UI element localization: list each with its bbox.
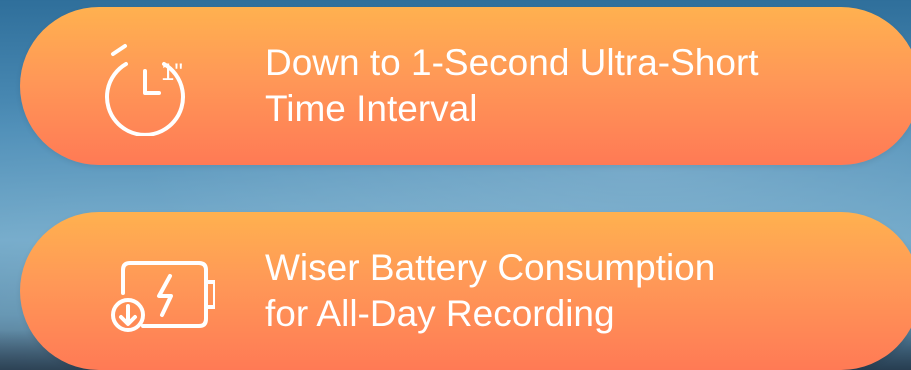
feature-line-1: Down to 1-Second Ultra-Short (265, 42, 759, 83)
timer-icon: 1" (95, 36, 215, 137)
feature-card-battery: Wiser Battery Consumption for All-Day Re… (20, 212, 911, 370)
battery-charge-icon (95, 241, 217, 341)
feature-line-2: for All-Day Recording (265, 293, 615, 334)
feature-line-2: Time Interval (265, 88, 478, 129)
feature-text-battery: Wiser Battery Consumption for All-Day Re… (265, 245, 715, 337)
feature-line-1: Wiser Battery Consumption (265, 247, 716, 288)
timer-icon-label: 1" (161, 59, 183, 86)
feature-card-interval: 1" Down to 1-Second Ultra-Short Time Int… (20, 7, 911, 165)
feature-text-interval: Down to 1-Second Ultra-Short Time Interv… (265, 40, 759, 132)
